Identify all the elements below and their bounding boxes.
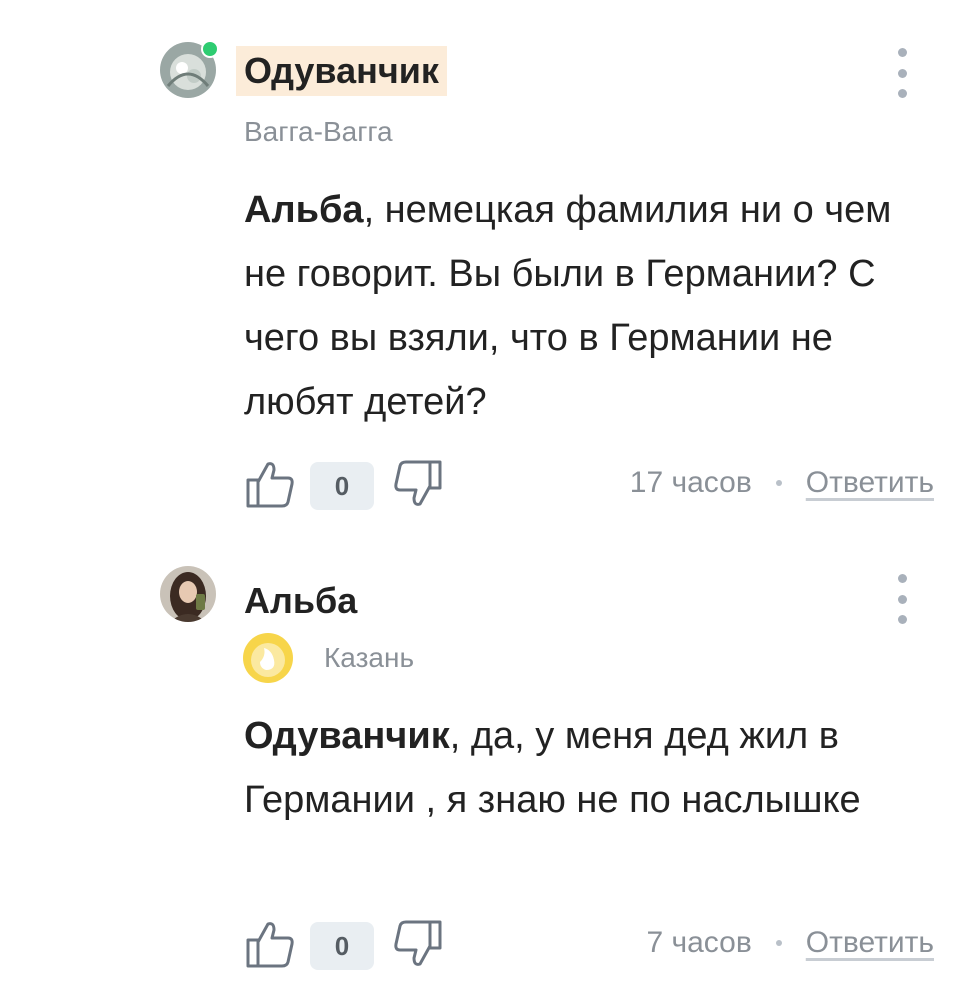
- author-name[interactable]: Альба: [244, 580, 357, 622]
- kebab-menu-icon[interactable]: [890, 574, 914, 624]
- smiley-badge-icon: [243, 633, 293, 683]
- thumbs-down-icon[interactable]: [392, 918, 444, 970]
- thumbs-down-icon[interactable]: [392, 458, 444, 510]
- online-status-dot: [201, 40, 219, 58]
- thumbs-up-icon[interactable]: [244, 458, 296, 510]
- comment-text: Одуванчик, да, у меня дед жил в Германии…: [244, 704, 944, 832]
- reply-button[interactable]: Ответить: [806, 926, 934, 960]
- comment-meta: 7 часов Ответить: [646, 926, 934, 960]
- kebab-menu-icon[interactable]: [890, 48, 914, 98]
- reply-button[interactable]: Ответить: [806, 466, 934, 500]
- vote-row: 0 7 часов Ответить: [244, 918, 934, 978]
- mention-link[interactable]: Одуванчик: [244, 715, 450, 757]
- avatar-image: [160, 566, 216, 622]
- comment-meta: 17 часов Ответить: [630, 466, 934, 500]
- comment-text: Альба, немецкая фамилия ни о чем не гово…: [244, 178, 944, 434]
- score-badge: 0: [310, 922, 374, 970]
- author-name[interactable]: Одуванчик: [236, 46, 447, 96]
- separator-dot: [775, 940, 782, 946]
- avatar[interactable]: [160, 566, 216, 622]
- timestamp: 17 часов: [629, 466, 752, 499]
- author-location: Казань: [324, 642, 415, 673]
- vote-row: 0 17 часов Ответить: [244, 458, 934, 518]
- separator-dot: [775, 480, 782, 486]
- timestamp: 7 часов: [646, 926, 752, 959]
- thumbs-up-icon[interactable]: [244, 918, 296, 970]
- author-location: Вагга-Вагга: [244, 116, 393, 147]
- score-badge: 0: [310, 462, 374, 510]
- mention-link[interactable]: Альба: [244, 189, 364, 231]
